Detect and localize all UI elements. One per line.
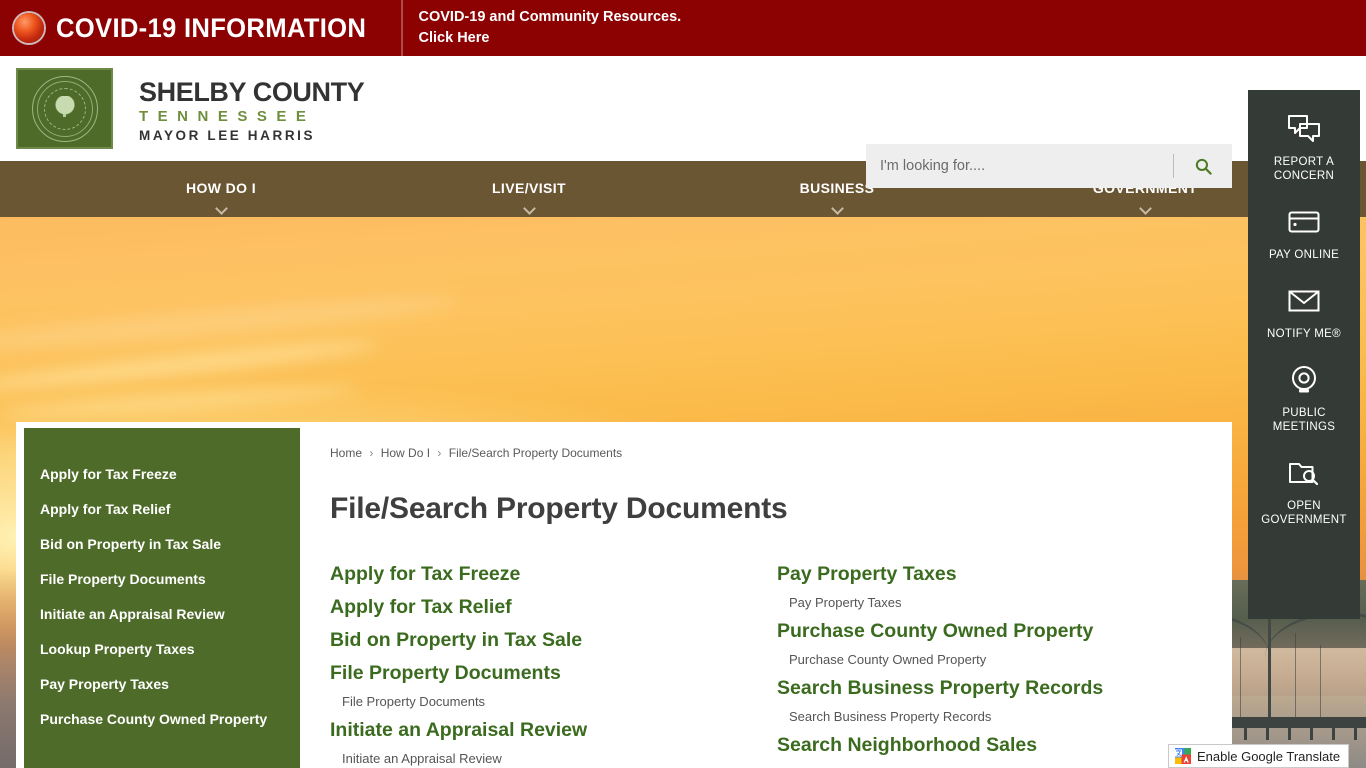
- seal-tree-emblem: [51, 95, 78, 122]
- chevron-down-icon: [522, 202, 536, 215]
- service-link-apply-for-tax-relief[interactable]: Apply for Tax Relief: [330, 591, 775, 624]
- rail-item-label: OPEN GOVERNMENT: [1261, 500, 1347, 526]
- service-link-search-neighborhood-sales[interactable]: Search Neighborhood Sales: [777, 729, 1222, 762]
- nav-item-label: LIVE/VISIT: [491, 180, 566, 196]
- rail-item-notify-me[interactable]: NOTIFY ME®: [1248, 272, 1360, 351]
- nav-item-label: BUSINESS: [799, 180, 875, 196]
- webcam-icon: [1281, 359, 1327, 401]
- covid-banner-message[interactable]: COVID-19 and Community Resources. Click …: [403, 0, 682, 56]
- rail-item-label: PAY ONLINE: [1268, 249, 1340, 261]
- sidebar-item-apply-for-tax-freeze[interactable]: Apply for Tax Freeze: [24, 456, 300, 491]
- bridge-tower: [1268, 618, 1271, 728]
- chevron-down-icon: [830, 202, 844, 215]
- service-links-grid: Apply for Tax Freeze Apply for Tax Relie…: [330, 558, 1222, 768]
- rail-item-report-a-concern[interactable]: REPORT A CONCERN: [1248, 100, 1360, 193]
- service-link-description: Purchase County Owned Property: [789, 652, 987, 667]
- search-icon: [1195, 158, 1212, 175]
- nav-item-label: HOW DO I: [185, 180, 257, 196]
- search-input[interactable]: [866, 158, 1173, 174]
- service-link-description: Initiate an Appraisal Review: [342, 751, 502, 766]
- sidebar-item-apply-for-tax-relief[interactable]: Apply for Tax Relief: [24, 491, 300, 526]
- service-link-purchase-county-owned-property[interactable]: Purchase County Owned Property: [777, 615, 1222, 648]
- covid-banner-title: COVID-19 INFORMATION: [56, 12, 367, 43]
- search-submit-button[interactable]: [1174, 144, 1232, 188]
- breadcrumb-separator: ›: [437, 446, 442, 460]
- nav-item-how-do-i[interactable]: HOW DO I: [67, 161, 375, 215]
- service-link-apply-for-tax-freeze[interactable]: Apply for Tax Freeze: [330, 558, 775, 591]
- site-wordmark: SHELBY COUNTY TENNESSEE MAYOR LEE HARRIS: [113, 68, 365, 149]
- service-link-description: File Property Documents: [342, 694, 486, 709]
- site-search[interactable]: [866, 144, 1232, 188]
- bridge-cable: [1320, 645, 1321, 717]
- rail-item-label: REPORT A CONCERN: [1273, 156, 1335, 182]
- chevron-down-icon: [1138, 202, 1152, 215]
- wordmark-county: SHELBY COUNTY: [139, 77, 365, 107]
- sidebar-item-initiate-an-appraisal-review[interactable]: Initiate an Appraisal Review: [24, 596, 300, 631]
- virus-dot-icon: [14, 13, 44, 43]
- covid-banner-line1[interactable]: COVID-19 and Community Resources.: [419, 8, 682, 27]
- service-link-bid-on-property-in-tax-sale[interactable]: Bid on Property in Tax Sale: [330, 624, 775, 657]
- site-logo[interactable]: SHELBY COUNTY TENNESSEE MAYOR LEE HARRIS: [16, 68, 365, 149]
- service-link-initiate-an-appraisal-review[interactable]: Initiate an Appraisal Review: [330, 714, 775, 747]
- rail-item-public-meetings[interactable]: PUBLIC MEETINGS: [1248, 351, 1360, 444]
- main-content: Home › How Do I › File/Search Property D…: [316, 422, 1222, 768]
- service-link-description: Search Neighborhood Sales: [777, 762, 1222, 768]
- rail-item-label: NOTIFY ME®: [1267, 328, 1341, 340]
- sidebar-item-bid-on-property-in-tax-sale[interactable]: Bid on Property in Tax Sale: [24, 526, 300, 561]
- covid-alert-banner[interactable]: COVID-19 INFORMATION COVID-19 and Commun…: [0, 0, 1366, 56]
- sidebar-item-pay-property-taxes[interactable]: Pay Property Taxes: [24, 666, 300, 701]
- service-link-search-business-property-records[interactable]: Search Business Property Records: [777, 672, 1222, 705]
- rail-item-open-government[interactable]: OPEN GOVERNMENT: [1248, 444, 1360, 537]
- nav-item-live-visit[interactable]: LIVE/VISIT: [375, 161, 683, 215]
- content-card: Apply for Tax Freeze Apply for Tax Relie…: [16, 422, 1232, 768]
- service-links-column-left: Apply for Tax Freeze Apply for Tax Relie…: [330, 558, 775, 768]
- breadcrumb-item-home[interactable]: Home: [330, 446, 362, 460]
- folder-search-icon: [1281, 452, 1327, 494]
- service-link-file-property-documents[interactable]: File Property Documents: [330, 657, 775, 690]
- google-translate-icon: [1175, 748, 1191, 764]
- covid-banner-title-group: COVID-19 INFORMATION: [0, 0, 403, 56]
- rail-item-label: PUBLIC MEETINGS: [1272, 407, 1336, 433]
- chat-bubbles-icon: [1281, 108, 1327, 150]
- service-link-pay-property-taxes[interactable]: Pay Property Taxes: [777, 558, 1222, 591]
- service-link-description: Pay Property Taxes: [789, 595, 902, 610]
- sidebar-item-file-property-documents[interactable]: File Property Documents: [24, 561, 300, 596]
- envelope-icon: [1281, 280, 1327, 322]
- county-seal-box: [16, 68, 113, 149]
- bridge-cable: [1240, 637, 1241, 717]
- breadcrumb: Home › How Do I › File/Search Property D…: [330, 446, 1222, 460]
- breadcrumb-separator: ›: [369, 446, 374, 460]
- chevron-down-icon: [214, 202, 228, 215]
- covid-banner-line2[interactable]: Click Here: [419, 29, 682, 48]
- sidebar-item-lookup-property-taxes[interactable]: Lookup Property Taxes: [24, 631, 300, 666]
- breadcrumb-item-current: File/Search Property Documents: [448, 446, 623, 460]
- wordmark-state: TENNESSEE: [139, 108, 316, 125]
- google-translate-label: Enable Google Translate: [1197, 748, 1341, 764]
- service-links-column-right: Pay Property Taxes Pay Property Taxes Pu…: [777, 558, 1222, 768]
- sidebar-item-purchase-county-owned-property[interactable]: Purchase County Owned Property: [24, 701, 300, 736]
- section-sidebar: Apply for Tax Freeze Apply for Tax Relie…: [24, 428, 300, 768]
- service-link-description: Search Business Property Records: [789, 709, 992, 724]
- bridge-cable: [1295, 633, 1296, 717]
- county-seal-icon: [31, 75, 98, 142]
- credit-card-icon: [1281, 201, 1327, 243]
- site-header: SHELBY COUNTY TENNESSEE MAYOR LEE HARRIS: [0, 56, 1366, 188]
- wordmark-mayor: MAYOR LEE HARRIS: [139, 128, 316, 143]
- page-title: File/Search Property Documents: [330, 492, 788, 525]
- breadcrumb-item-how-do-i[interactable]: How Do I: [381, 446, 430, 460]
- enable-google-translate-button[interactable]: Enable Google Translate: [1168, 744, 1350, 768]
- quick-links-rail: REPORT A CONCERN PAY ONLINE NOTIFY ME® P…: [1248, 90, 1360, 619]
- rail-item-pay-online[interactable]: PAY ONLINE: [1248, 193, 1360, 272]
